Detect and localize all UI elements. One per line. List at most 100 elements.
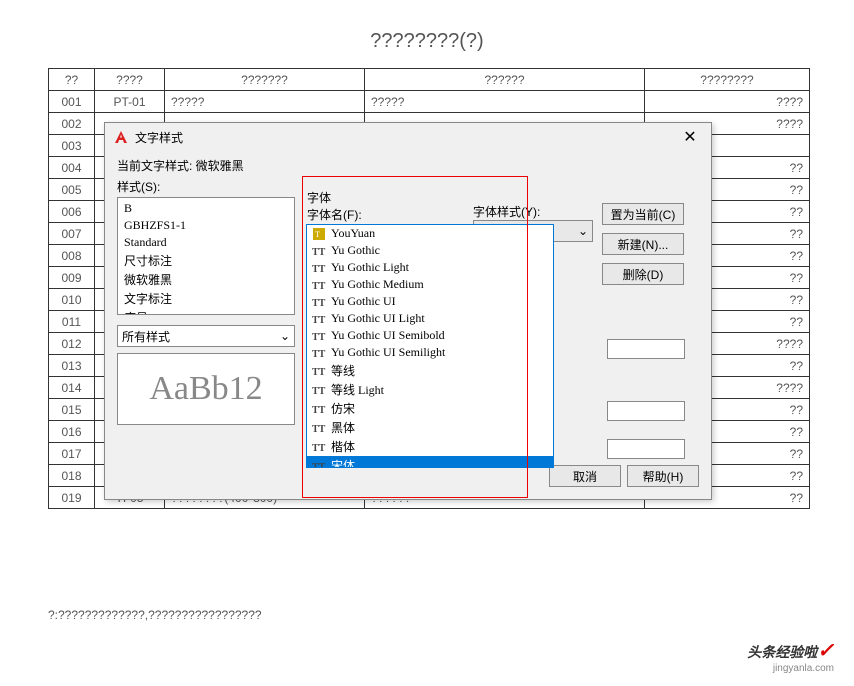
table-cell: PT-01 bbox=[95, 91, 165, 113]
table-header: ??????? bbox=[165, 69, 365, 91]
svg-text:TT: TT bbox=[312, 367, 326, 377]
font-item-label: Yu Gothic Medium bbox=[331, 277, 424, 292]
table-cell: 008 bbox=[49, 245, 95, 267]
table-header: ???? bbox=[95, 69, 165, 91]
font-list-item[interactable]: TT仿宋 bbox=[307, 399, 553, 418]
table-cell: 012 bbox=[49, 333, 95, 355]
font-type-icon: T bbox=[311, 227, 327, 241]
font-type-icon: TT bbox=[311, 261, 327, 275]
font-list-item[interactable]: TT等线 Light bbox=[307, 380, 553, 399]
font-list-item[interactable]: TT 楷体 bbox=[307, 437, 553, 456]
font-list-item[interactable]: TT Yu Gothic Medium bbox=[307, 276, 553, 293]
style-item[interactable]: 微软雅黑 bbox=[120, 270, 292, 289]
style-item[interactable]: 序号 bbox=[120, 308, 292, 315]
table-cell: ????? bbox=[165, 91, 365, 113]
font-list-item[interactable]: TT Yu Gothic UI Light bbox=[307, 310, 553, 327]
font-type-icon: TT bbox=[311, 346, 327, 360]
preview-box: AaBb12 bbox=[117, 353, 295, 425]
style-item[interactable]: GBHZFS1-1 bbox=[120, 217, 292, 234]
hidden-input-2[interactable] bbox=[607, 401, 685, 421]
style-item[interactable]: Standard bbox=[120, 234, 292, 251]
table-cell: 015 bbox=[49, 399, 95, 421]
table-cell: 004 bbox=[49, 157, 95, 179]
help-button[interactable]: 帮助(H) bbox=[627, 465, 699, 487]
table-cell: 018 bbox=[49, 465, 95, 487]
font-item-label: 宋体 bbox=[331, 457, 355, 468]
font-list-item[interactable]: TT 黑体 bbox=[307, 418, 553, 437]
footnote: ?:?????????????,????????????????? bbox=[48, 608, 262, 622]
font-list-item[interactable]: TT 等线 bbox=[307, 361, 553, 380]
watermark-text-2: 经验啦 bbox=[775, 642, 817, 662]
font-list-item[interactable]: TT Yu Gothic bbox=[307, 242, 553, 259]
svg-text:TT: TT bbox=[312, 443, 326, 453]
font-list-item[interactable]: TT 宋体 bbox=[307, 456, 553, 468]
svg-text:TT: TT bbox=[312, 424, 326, 434]
font-list-item[interactable]: TTYu Gothic UI Semilight bbox=[307, 344, 553, 361]
font-list-dropdown[interactable]: TYouYuanTTYu GothicTTYu Gothic LightTTYu… bbox=[306, 224, 554, 468]
font-type-icon: TT bbox=[311, 440, 327, 454]
table-cell: 010 bbox=[49, 289, 95, 311]
font-item-label: 等线 bbox=[331, 362, 355, 379]
font-type-icon: TT bbox=[311, 421, 327, 435]
table-cell: 002 bbox=[49, 113, 95, 135]
font-item-label: Yu Gothic UI Light bbox=[331, 311, 425, 326]
font-type-icon: TT bbox=[311, 278, 327, 292]
font-item-label: 楷体 bbox=[331, 438, 355, 455]
font-item-label: Yu Gothic bbox=[331, 243, 380, 258]
delete-button[interactable]: 删除(D) bbox=[602, 263, 684, 285]
style-item[interactable]: B bbox=[120, 200, 292, 217]
table-cell: 013 bbox=[49, 355, 95, 377]
font-name-label: 字体名(F): bbox=[307, 206, 455, 223]
svg-text:TT: TT bbox=[312, 462, 326, 469]
font-item-label: YouYuan bbox=[331, 226, 375, 241]
style-item[interactable]: 文字标注 bbox=[120, 289, 292, 308]
font-list-item[interactable]: T YouYuan bbox=[307, 225, 553, 242]
table-header: ???????? bbox=[645, 69, 810, 91]
font-type-icon: TT bbox=[311, 364, 327, 378]
table-cell: 019 bbox=[49, 487, 95, 509]
svg-text:TT: TT bbox=[312, 386, 326, 396]
watermark-text-1: 头条 bbox=[747, 642, 775, 662]
table-cell: 003 bbox=[49, 135, 95, 157]
close-icon[interactable]: ✕ bbox=[669, 123, 711, 151]
set-current-button[interactable]: 置为当前(C) bbox=[602, 203, 684, 225]
table-cell: 001 bbox=[49, 91, 95, 113]
font-type-icon: TT bbox=[311, 459, 327, 469]
svg-text:TT: TT bbox=[312, 247, 326, 257]
hidden-input-3[interactable] bbox=[607, 439, 685, 459]
svg-text:TT: TT bbox=[312, 264, 326, 274]
style-item[interactable]: 尺寸标注 bbox=[120, 251, 292, 270]
dialog-titlebar[interactable]: 文字样式 ✕ bbox=[105, 123, 711, 151]
page-title: ????????(?) bbox=[0, 0, 854, 73]
font-type-icon: TT bbox=[311, 383, 327, 397]
font-list-item[interactable]: TT Yu Gothic Light bbox=[307, 259, 553, 276]
font-type-icon: TT bbox=[311, 312, 327, 326]
cancel-button[interactable]: 取消 bbox=[549, 465, 621, 487]
font-type-icon: TT bbox=[311, 295, 327, 309]
svg-text:T: T bbox=[315, 230, 320, 239]
watermark-sub: jingyanla.com bbox=[773, 663, 834, 674]
styles-filter-dropdown[interactable]: 所有样式 ⌄ bbox=[117, 325, 295, 347]
svg-text:TT: TT bbox=[312, 405, 326, 415]
table-cell: 007 bbox=[49, 223, 95, 245]
table-row: 001PT-01?????????????? bbox=[49, 91, 810, 113]
table-cell: ???? bbox=[645, 91, 810, 113]
new-button[interactable]: 新建(N)... bbox=[602, 233, 684, 255]
chevron-down-icon: ⌄ bbox=[578, 224, 588, 238]
hidden-input-1[interactable] bbox=[607, 339, 685, 359]
styles-listbox[interactable]: BGBHZFS1-1Standard尺寸标注微软雅黑文字标注序号 bbox=[117, 197, 295, 315]
table-header: ?? bbox=[49, 69, 95, 91]
font-type-icon: TT bbox=[311, 329, 327, 343]
font-list-item[interactable]: TTYu Gothic UI Semibold bbox=[307, 327, 553, 344]
table-cell: 016 bbox=[49, 421, 95, 443]
svg-text:TT: TT bbox=[312, 298, 326, 308]
table-cell: 014 bbox=[49, 377, 95, 399]
font-list-item[interactable]: TT Yu Gothic UI bbox=[307, 293, 553, 310]
font-item-label: Yu Gothic Light bbox=[331, 260, 409, 275]
table-cell: ????? bbox=[365, 91, 645, 113]
font-item-label: 黑体 bbox=[331, 419, 355, 436]
table-cell: 009 bbox=[49, 267, 95, 289]
checkmark-icon: ✓ bbox=[817, 638, 834, 663]
font-type-icon: TT bbox=[311, 402, 327, 416]
font-item-label: Yu Gothic UI bbox=[331, 294, 396, 309]
